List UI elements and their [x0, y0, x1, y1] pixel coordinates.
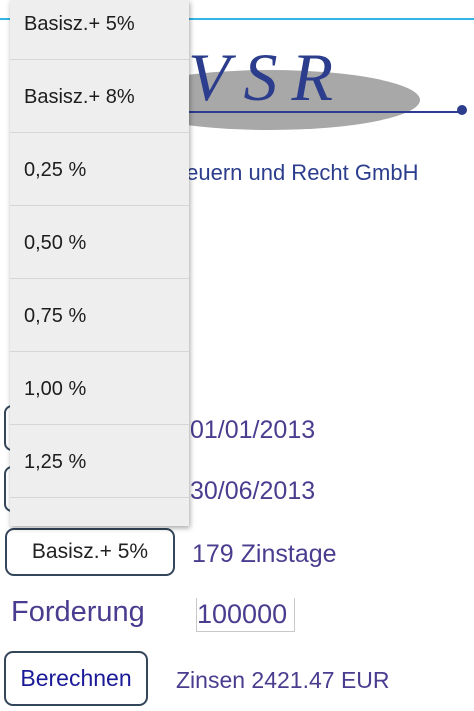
- dropdown-divider: [10, 205, 189, 206]
- dropdown-item-basis-5[interactable]: Basisz.+ 5%: [10, 0, 189, 60]
- dropdown-item-0-50[interactable]: 0,50 %: [10, 207, 189, 279]
- app-screen: VSR teuern und Recht GmbH 01/01/2013 30/…: [0, 0, 474, 711]
- dropdown-item-0-75[interactable]: 0,75 %: [10, 280, 189, 352]
- interest-rate-dropdown: Basisz.+ 5% Basisz.+ 8% 0,25 % 0,50 % 0,…: [10, 0, 189, 526]
- interest-rate-spinner[interactable]: Basisz.+ 5%: [5, 528, 175, 576]
- dropdown-divider: [10, 351, 189, 352]
- claim-amount-input[interactable]: [196, 598, 295, 632]
- claim-label: Forderung: [11, 596, 145, 628]
- dropdown-divider: [10, 424, 189, 425]
- dropdown-divider: [10, 278, 189, 279]
- dropdown-divider: [10, 59, 189, 60]
- calculate-button[interactable]: Berechnen: [4, 651, 148, 706]
- company-name-text: teuern und Recht GmbH: [180, 160, 419, 185]
- dropdown-item-1-00[interactable]: 1,00 %: [10, 353, 189, 425]
- dropdown-divider: [10, 132, 189, 133]
- dropdown-item-0-25[interactable]: 0,25 %: [10, 134, 189, 206]
- interest-days-text: 179 Zinstage: [192, 540, 337, 568]
- start-date-value: 01/01/2013: [190, 416, 316, 444]
- dropdown-item-1-25[interactable]: 1,25 %: [10, 426, 189, 498]
- dropdown-item-basis-8[interactable]: Basisz.+ 8%: [10, 61, 189, 133]
- interest-result-text: Zinsen 2421.47 EUR: [176, 667, 390, 693]
- logo-letters: VSR: [188, 39, 347, 115]
- dropdown-divider: [10, 497, 189, 498]
- end-date-value: 30/06/2013: [190, 477, 316, 505]
